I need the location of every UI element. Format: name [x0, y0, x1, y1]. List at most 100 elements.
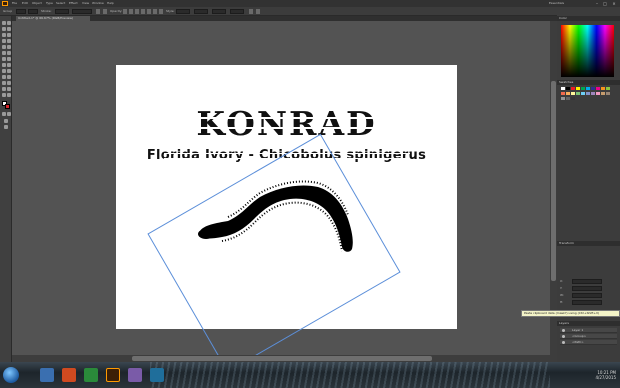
swatch[interactable] — [566, 87, 570, 90]
menu-object[interactable]: Object — [32, 1, 42, 6]
draw-mode-icon[interactable] — [4, 119, 8, 123]
symbol-sprayer-tool-icon[interactable] — [7, 81, 11, 85]
swatch[interactable] — [586, 87, 590, 90]
x-field[interactable] — [176, 9, 190, 14]
color-panel-header[interactable]: Color — [557, 16, 620, 21]
h-field[interactable] — [230, 9, 244, 14]
visibility-eye-icon[interactable] — [562, 341, 565, 344]
swatch[interactable] — [596, 92, 600, 95]
graph-tool-icon[interactable] — [2, 87, 6, 91]
swatch[interactable] — [581, 92, 585, 95]
prop-field-h[interactable] — [572, 300, 602, 305]
system-clock[interactable]: 10:21 PM 4/27/2015 — [588, 370, 616, 380]
eraser-tool-icon[interactable] — [2, 51, 6, 55]
millipede-illustration[interactable] — [182, 171, 412, 281]
screen-mode-icon[interactable] — [4, 125, 8, 129]
brush-definition-icon[interactable] — [96, 9, 100, 14]
shape-builder-tool-icon[interactable] — [7, 63, 11, 67]
rectangle-tool-icon[interactable] — [7, 39, 11, 43]
swatch[interactable] — [561, 97, 565, 100]
magic-wand-tool-icon[interactable] — [2, 27, 6, 31]
swatch[interactable] — [566, 92, 570, 95]
line-tool-icon[interactable] — [2, 39, 6, 43]
swatch[interactable] — [571, 97, 575, 100]
blend-tool-icon[interactable] — [2, 81, 6, 85]
paintbrush-tool-icon[interactable] — [2, 45, 6, 49]
layer-row[interactable]: Layer 1 — [560, 328, 617, 333]
color-mode-icon[interactable] — [2, 112, 6, 116]
hand-tool-icon[interactable] — [2, 93, 6, 97]
transform-panel-header[interactable]: Transform — [557, 241, 620, 246]
swatch[interactable] — [566, 97, 570, 100]
maximize-icon[interactable]: □ — [602, 1, 608, 6]
perspective-grid-tool-icon[interactable] — [2, 69, 6, 73]
visibility-eye-icon[interactable] — [562, 329, 565, 332]
fill-swatch-dropdown[interactable] — [16, 9, 26, 14]
minimize-icon[interactable]: – — [594, 1, 600, 6]
align-left-icon[interactable] — [129, 9, 133, 14]
stroke-weight-field[interactable] — [55, 9, 69, 14]
width-tool-icon[interactable] — [7, 57, 11, 61]
swatch[interactable] — [576, 92, 580, 95]
swatch[interactable] — [606, 92, 610, 95]
browser-icon[interactable] — [62, 368, 76, 382]
workspace-switcher[interactable]: Essentials — [549, 1, 564, 6]
color-spectrum[interactable] — [561, 25, 614, 77]
menu-help[interactable]: Help — [107, 1, 114, 6]
menu-edit[interactable]: Edit — [22, 1, 28, 6]
app-icon[interactable] — [84, 368, 98, 382]
close-icon[interactable]: × — [611, 1, 617, 6]
swatch[interactable] — [571, 92, 575, 95]
zoom-tool-icon[interactable] — [7, 93, 11, 97]
type-tool-icon[interactable] — [7, 33, 11, 37]
start-button-icon[interactable] — [3, 367, 19, 383]
recolor-icon[interactable] — [123, 9, 127, 14]
app-icon[interactable] — [128, 368, 142, 382]
menu-window[interactable]: Window — [92, 1, 104, 6]
lasso-tool-icon[interactable] — [7, 27, 11, 31]
pen-tool-icon[interactable] — [2, 33, 6, 37]
variable-width-dropdown[interactable] — [72, 9, 92, 14]
menu-file[interactable]: File — [12, 1, 17, 6]
swatches-panel-header[interactable]: Swatches — [557, 80, 620, 85]
align-middle-icon[interactable] — [153, 9, 157, 14]
vertical-scroll-thumb[interactable] — [551, 81, 556, 281]
menu-select[interactable]: Select — [56, 1, 65, 6]
artboard-tool-icon[interactable] — [7, 87, 11, 91]
stroke-swatch-dropdown[interactable] — [28, 9, 38, 14]
explorer-icon[interactable] — [40, 368, 54, 382]
prop-field-w[interactable] — [572, 293, 602, 298]
horizontal-scroll-thumb[interactable] — [132, 356, 432, 361]
align-top-icon[interactable] — [147, 9, 151, 14]
illustrator-taskbar-icon[interactable] — [106, 368, 120, 382]
pencil-tool-icon[interactable] — [7, 45, 11, 49]
align-center-icon[interactable] — [135, 9, 139, 14]
swatch[interactable] — [591, 87, 595, 90]
layers-panel-header[interactable]: Layers — [557, 321, 620, 326]
layer-row[interactable]: <Group> — [560, 334, 617, 339]
canvas-area[interactable]: KONRAD Florida Ivory - Chicobolus spinig… — [12, 21, 557, 373]
align-bottom-icon[interactable] — [159, 9, 163, 14]
artwork-title[interactable]: KONRAD — [116, 107, 457, 141]
swatch[interactable] — [561, 92, 565, 95]
swatch[interactable] — [606, 87, 610, 90]
menu-type[interactable]: Type — [46, 1, 53, 6]
w-field[interactable] — [212, 9, 226, 14]
isolate-icon[interactable] — [256, 9, 260, 14]
prop-field-y[interactable] — [572, 286, 602, 291]
horizontal-scrollbar[interactable] — [12, 355, 550, 362]
swatch[interactable] — [601, 87, 605, 90]
rotate-tool-icon[interactable] — [7, 51, 11, 55]
swatch[interactable] — [561, 87, 565, 90]
swatch[interactable] — [586, 92, 590, 95]
visibility-eye-icon[interactable] — [562, 335, 565, 338]
menu-effect[interactable]: Effect — [69, 1, 78, 6]
stroke-color-swatch[interactable] — [5, 104, 10, 109]
mesh-tool-icon[interactable] — [7, 69, 11, 73]
opacity-icon[interactable] — [103, 9, 107, 14]
swatch[interactable] — [591, 92, 595, 95]
layer-row[interactable]: <Path> — [560, 340, 617, 345]
y-field[interactable] — [194, 9, 208, 14]
transform-icon[interactable] — [249, 9, 253, 14]
swatch[interactable] — [601, 92, 605, 95]
